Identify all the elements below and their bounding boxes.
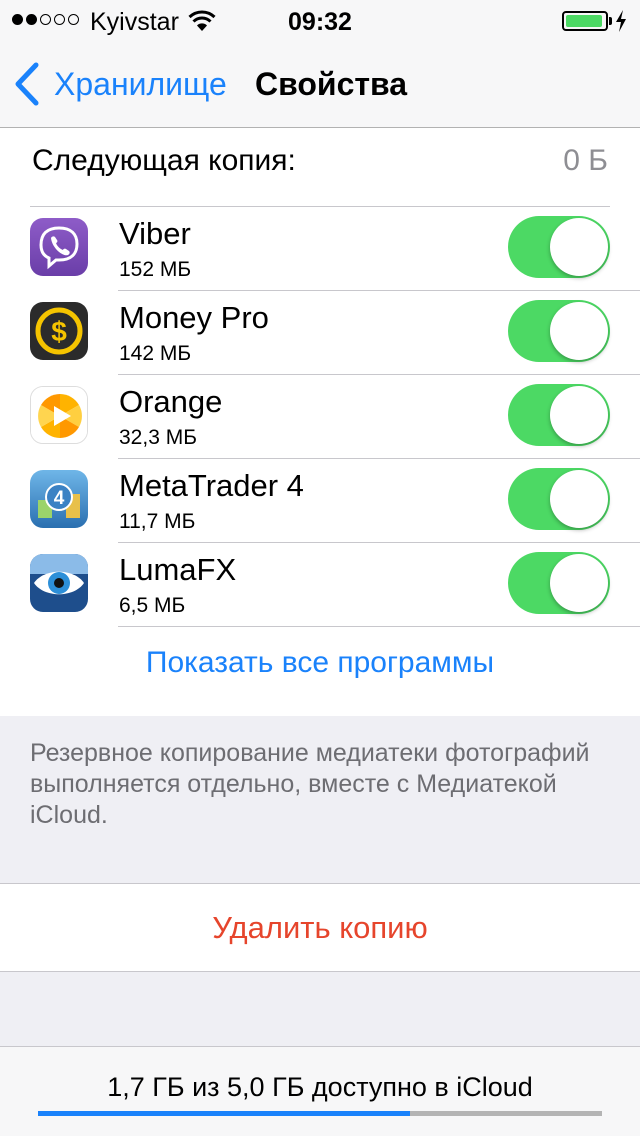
app-size: 6,5 МБ bbox=[119, 594, 186, 617]
storage-progress-bar bbox=[38, 1111, 602, 1116]
app-size: 142 МБ bbox=[119, 342, 192, 365]
backup-apps-list: Viber 152 МБ $ Money Pro 142 МБ Orange 3… bbox=[0, 206, 640, 716]
app-row-lumafx: LumaFX 6,5 МБ bbox=[0, 542, 640, 626]
viber-backup-toggle[interactable] bbox=[508, 216, 610, 278]
clock: 09:32 bbox=[288, 8, 352, 36]
next-backup-label: Следующая копия: bbox=[32, 144, 296, 177]
app-name: MetaTrader 4 bbox=[119, 468, 304, 503]
toggle-knob bbox=[550, 386, 608, 444]
battery-tip bbox=[609, 17, 612, 25]
page-title: Свойства bbox=[255, 66, 408, 102]
back-button-label: Хранилище bbox=[54, 65, 227, 102]
divider bbox=[118, 626, 640, 627]
metatrader-icon: 4 bbox=[30, 470, 88, 528]
svg-text:4: 4 bbox=[54, 488, 65, 509]
app-size: 32,3 МБ bbox=[119, 426, 197, 449]
money-pro-backup-toggle[interactable] bbox=[508, 300, 610, 362]
toggle-knob bbox=[550, 554, 608, 612]
toggle-knob bbox=[550, 218, 608, 276]
money-pro-icon: $ bbox=[30, 302, 88, 360]
status-bar: Kyivstar 09:32 bbox=[0, 0, 640, 40]
show-all-apps-link[interactable]: Показать все программы bbox=[0, 646, 640, 680]
app-name: Orange bbox=[119, 384, 223, 419]
svg-text:$: $ bbox=[51, 316, 67, 347]
app-row-money-pro: $ Money Pro 142 МБ bbox=[0, 290, 640, 374]
delete-backup-row: Удалить копию bbox=[0, 883, 640, 972]
metatrader-backup-toggle[interactable] bbox=[508, 468, 610, 530]
icloud-storage-bar: 1,7 ГБ из 5,0 ГБ доступно в iCloud bbox=[0, 1046, 640, 1136]
lumafx-icon bbox=[30, 554, 88, 612]
chevron-left-icon bbox=[15, 62, 39, 106]
viber-icon bbox=[30, 218, 88, 276]
battery-icon bbox=[562, 11, 608, 31]
app-row-orange: Orange 32,3 МБ bbox=[0, 374, 640, 458]
next-backup-row: Следующая копия: 0 Б bbox=[0, 128, 640, 206]
app-name: LumaFX bbox=[119, 552, 237, 587]
orange-icon bbox=[30, 386, 88, 444]
app-size: 152 МБ bbox=[119, 258, 192, 281]
delete-backup-button[interactable]: Удалить копию bbox=[0, 884, 640, 972]
back-button[interactable]: Хранилище bbox=[14, 62, 227, 106]
charging-icon bbox=[616, 10, 626, 32]
toggle-knob bbox=[550, 470, 608, 528]
storage-available-text: 1,7 ГБ из 5,0 ГБ доступно в iCloud bbox=[107, 1072, 533, 1102]
navigation-bar: Хранилище Свойства bbox=[0, 40, 640, 128]
lumafx-backup-toggle[interactable] bbox=[508, 552, 610, 614]
toggle-knob bbox=[550, 302, 608, 360]
orange-backup-toggle[interactable] bbox=[508, 384, 610, 446]
battery-level bbox=[566, 15, 603, 27]
storage-progress-fill bbox=[38, 1111, 411, 1116]
next-backup-value: 0 Б bbox=[563, 144, 608, 177]
app-row-viber: Viber 152 МБ bbox=[0, 206, 640, 290]
app-size: 11,7 МБ bbox=[119, 510, 196, 533]
app-row-metatrader: 4 MetaTrader 4 11,7 МБ bbox=[0, 458, 640, 542]
section-footer-note: Резервное копирование медиатеки фотограф… bbox=[30, 739, 590, 829]
app-name: Money Pro bbox=[119, 300, 269, 335]
app-name: Viber bbox=[119, 216, 191, 251]
